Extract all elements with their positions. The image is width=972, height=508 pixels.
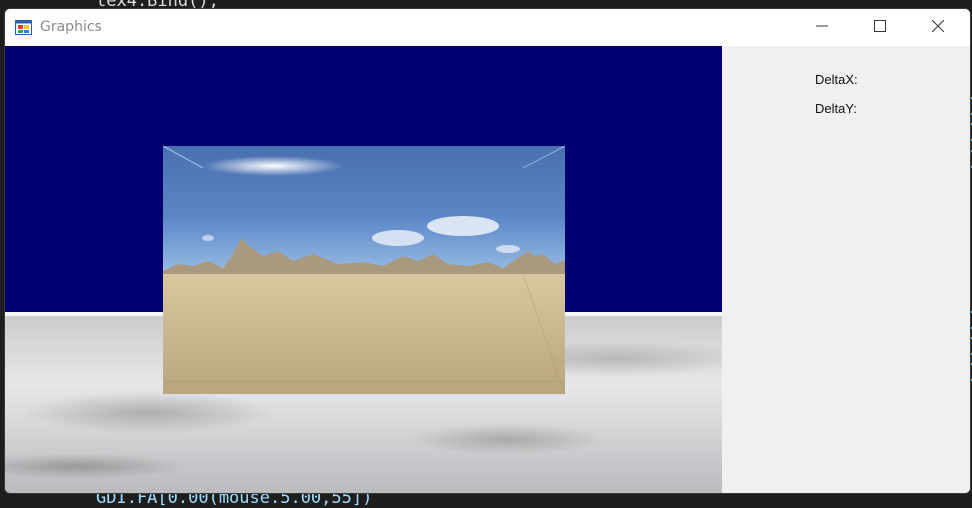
- delta-x-label: DeltaX:: [815, 72, 858, 87]
- render-viewport[interactable]: [5, 46, 722, 493]
- app-window-icon: [15, 19, 32, 36]
- minimize-button[interactable]: [793, 9, 851, 46]
- skybox-cube: [163, 146, 565, 394]
- maximize-button[interactable]: [851, 9, 909, 46]
- info-panel: DeltaX: DeltaY:: [722, 46, 970, 493]
- delta-y-label: DeltaY:: [815, 101, 857, 116]
- close-button[interactable]: [909, 9, 967, 46]
- title-bar[interactable]: Graphics: [5, 9, 970, 46]
- graphics-window: Graphics DeltaX: DeltaY:: [4, 8, 971, 494]
- window-title: Graphics: [40, 19, 102, 35]
- minimize-icon: [816, 19, 828, 37]
- close-icon: [931, 19, 945, 37]
- maximize-icon: [874, 19, 886, 37]
